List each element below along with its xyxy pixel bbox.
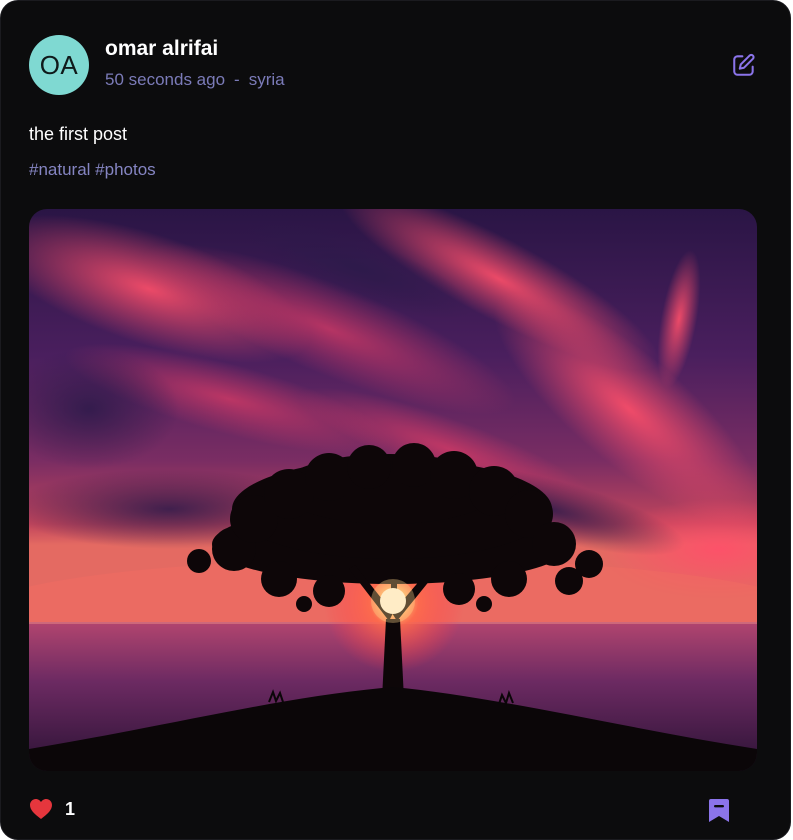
edit-button[interactable]	[731, 52, 757, 78]
bookmark-button[interactable]	[707, 798, 731, 824]
sunset-tree-photo	[29, 209, 757, 771]
post-card: OA omar alrifai 50 seconds ago - syria the…	[0, 0, 791, 840]
post-tags: #natural #photos	[29, 160, 156, 180]
post-time: 50 seconds ago	[105, 70, 226, 89]
tag-natural[interactable]: #natural	[29, 160, 90, 179]
bookmark-icon	[709, 799, 729, 822]
meta-separator: -	[234, 70, 240, 89]
author-name[interactable]: omar alrifai	[105, 37, 218, 61]
heart-icon	[30, 799, 52, 819]
like-button[interactable]: 1	[29, 798, 75, 820]
avatar-initials: OA	[39, 49, 79, 80]
post-image[interactable]	[29, 209, 757, 771]
avatar[interactable]: OA	[29, 35, 89, 95]
tag-photos[interactable]: #photos	[95, 160, 156, 179]
edit-icon	[733, 53, 755, 76]
like-count: 1	[65, 798, 76, 819]
post-text: the first post	[29, 124, 128, 144]
post-meta: 50 seconds ago - syria	[105, 70, 285, 90]
post-location: syria	[248, 70, 285, 89]
